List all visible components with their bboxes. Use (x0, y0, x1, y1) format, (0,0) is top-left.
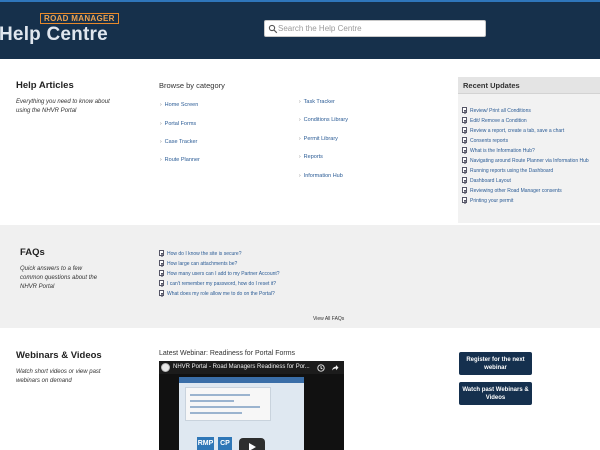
help-articles-title: Help Articles (16, 80, 74, 91)
help-articles-description: Everything you need to know about using … (16, 99, 110, 114)
share-icon[interactable] (331, 364, 339, 372)
webinars-section: Webinars & Videos Watch short videos or … (0, 328, 600, 450)
thumbnail-line (190, 406, 260, 408)
channel-avatar[interactable] (161, 363, 170, 372)
update-link[interactable]: Running reports using the Dashboard (462, 167, 553, 174)
category-link[interactable]: › Task Tracker (299, 99, 335, 105)
video-title[interactable]: NHVR Portal - Road Managers Readiness fo… (173, 364, 310, 370)
help-articles-section: Help Articles Everything you need to kno… (0, 59, 600, 225)
document-icon (462, 177, 467, 183)
video-title-bar: NHVR Portal - Road Managers Readiness fo… (159, 361, 344, 374)
update-link[interactable]: Review a report, create a tab, save a ch… (462, 127, 564, 134)
document-icon (462, 107, 467, 113)
recent-updates-header: Recent Updates (458, 77, 600, 94)
cp-badge: CP (218, 437, 232, 450)
update-link[interactable]: Navigating around Route Planner via Info… (462, 157, 589, 164)
thumbnail-line (190, 394, 250, 396)
update-link[interactable]: What is the Information Hub? (462, 147, 535, 154)
help-centre-page: ROAD MANAGER Help Centre Help Articles E… (0, 0, 600, 450)
document-icon (159, 290, 164, 296)
rmp-badge: RMP (197, 437, 214, 450)
road-manager-badge: ROAD MANAGER (40, 13, 119, 24)
chevron-right-icon: › (299, 117, 301, 123)
document-icon (462, 197, 467, 203)
chevron-right-icon: › (299, 173, 301, 179)
faq-link[interactable]: How many users can I add to my Partner A… (159, 270, 280, 277)
faqs-title: FAQs (20, 247, 45, 258)
update-link[interactable]: Consents reports (462, 137, 508, 144)
update-link[interactable]: Dashboard Layout (462, 177, 511, 184)
register-webinar-button[interactable]: Register for the next webinar (459, 352, 532, 375)
category-link[interactable]: › Information Hub (299, 173, 343, 179)
thumbnail-line (190, 412, 242, 414)
document-icon (462, 157, 467, 163)
browse-by-category-title: Browse by category (159, 81, 225, 90)
webinars-description: Watch short videos or view past webinars… (16, 369, 101, 384)
watch-later-icon[interactable] (317, 364, 325, 372)
update-link[interactable]: Edit/ Remove a Condition (462, 117, 527, 124)
search-box[interactable] (264, 20, 486, 37)
faq-link[interactable]: How large can attachments be? (159, 260, 237, 267)
document-icon (462, 117, 467, 123)
chevron-right-icon: › (299, 99, 301, 105)
update-link[interactable]: Reviewing other Road Manager consents (462, 187, 562, 194)
site-title[interactable]: Help Centre (0, 24, 108, 46)
search-input[interactable] (278, 21, 483, 36)
category-link[interactable]: › Conditions Library (299, 117, 348, 123)
faqs-description: Quick answers to a few common questions … (20, 266, 98, 290)
category-link[interactable]: › Portal Forms (160, 121, 196, 127)
chevron-right-icon: › (160, 157, 162, 163)
recent-updates-title: Recent Updates (463, 81, 520, 90)
chevron-right-icon: › (299, 154, 301, 160)
category-link[interactable]: › Permit Library (299, 136, 338, 142)
thumbnail-line (190, 400, 234, 402)
document-icon (159, 270, 164, 276)
document-icon (462, 127, 467, 133)
document-icon (462, 187, 467, 193)
chevron-right-icon: › (160, 102, 162, 108)
category-link[interactable]: › Reports (299, 154, 323, 160)
category-link[interactable]: › Home Screen (160, 102, 198, 108)
thumbnail-panel (185, 387, 271, 421)
faq-link[interactable]: How do I know the site is secure? (159, 250, 241, 257)
recent-updates-panel: Recent Updates Review/ Print all Conditi… (458, 77, 600, 223)
document-icon (462, 147, 467, 153)
search-icon (268, 24, 278, 34)
view-all-faqs-link[interactable]: View All FAQs (313, 316, 344, 322)
webinars-title: Webinars & Videos (16, 350, 102, 361)
category-link[interactable]: › Route Planner (160, 157, 200, 163)
faq-link[interactable]: What does my role allow me to do on the … (159, 290, 275, 297)
video-player[interactable]: NHVR Portal - Road Managers Readiness fo… (159, 361, 344, 450)
play-icon[interactable] (239, 438, 265, 450)
faq-link[interactable]: I can't remember my password, how do I r… (159, 280, 276, 287)
document-icon (159, 260, 164, 266)
document-icon (462, 167, 467, 173)
chevron-right-icon: › (160, 139, 162, 145)
chevron-right-icon: › (299, 136, 301, 142)
chevron-right-icon: › (160, 121, 162, 127)
document-icon (159, 250, 164, 256)
document-icon (159, 280, 164, 286)
thumbnail-header-bar (179, 377, 304, 383)
category-link[interactable]: › Case Tracker (160, 139, 197, 145)
update-link[interactable]: Printing your permit (462, 197, 513, 204)
watch-past-webinars-button[interactable]: Watch past Webinars & Videos (459, 382, 532, 405)
site-header: ROAD MANAGER Help Centre (0, 0, 600, 59)
update-link[interactable]: Review/ Print all Conditions (462, 107, 531, 114)
faqs-section: FAQs Quick answers to a few common quest… (0, 225, 600, 328)
latest-webinar-title: Latest Webinar: Readiness for Portal For… (159, 350, 296, 357)
document-icon (462, 137, 467, 143)
